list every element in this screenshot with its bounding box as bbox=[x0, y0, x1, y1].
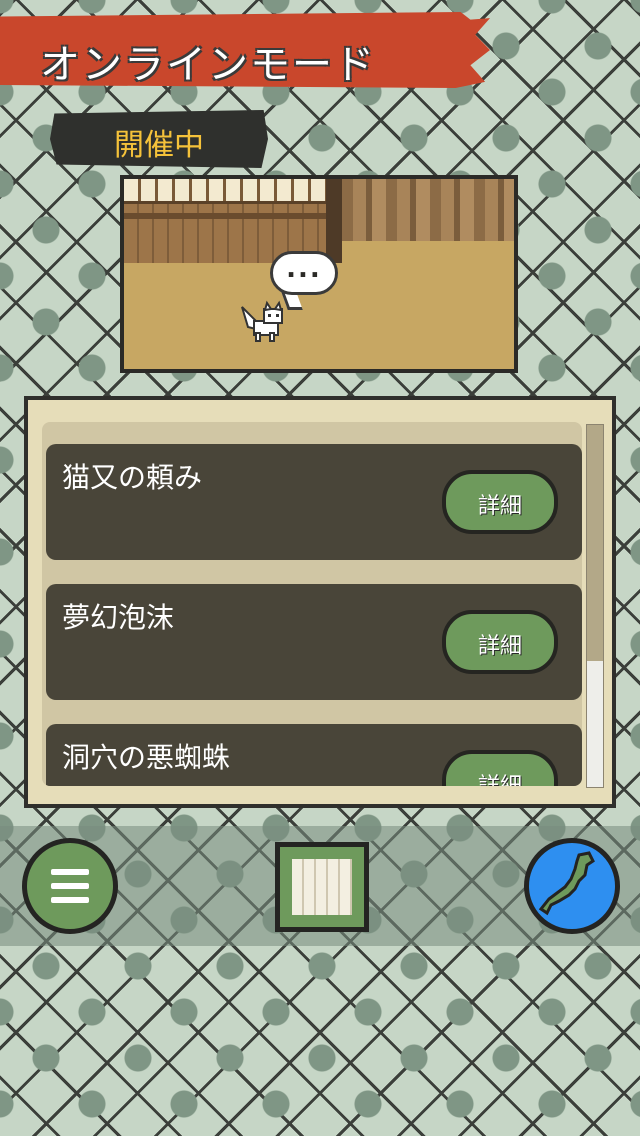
wall-rail bbox=[124, 213, 326, 219]
detail-button[interactable]: 詳細 bbox=[442, 610, 558, 674]
speech-bubble: ... bbox=[270, 251, 338, 295]
title-banner: オンラインモード bbox=[0, 12, 490, 88]
event-list-panel: 猫又の頼み 詳細 夢幻泡沫 詳細 洞穴の悪蜘蛛 詳細 bbox=[24, 396, 616, 808]
cat-sprite bbox=[241, 300, 283, 342]
scrollbar[interactable] bbox=[586, 424, 604, 788]
event-title: 猫又の頼み bbox=[62, 461, 203, 494]
event-list[interactable]: 猫又の頼み 詳細 夢幻泡沫 詳細 洞穴の悪蜘蛛 詳細 bbox=[42, 422, 582, 786]
page-title: オンラインモード bbox=[40, 42, 376, 88]
status-badge: 開催中 bbox=[50, 110, 268, 168]
game-scene: ... bbox=[120, 175, 518, 373]
detail-button-label: 詳細 bbox=[477, 494, 522, 519]
book-button[interactable] bbox=[275, 842, 369, 932]
wooden-wall-right bbox=[342, 179, 514, 241]
detail-button[interactable]: 詳細 bbox=[442, 470, 558, 534]
event-title: 夢幻泡沫 bbox=[62, 601, 175, 634]
japan-map-icon bbox=[538, 851, 595, 916]
shoji-window bbox=[124, 179, 326, 204]
event-title: 洞穴の悪蜘蛛 bbox=[62, 741, 231, 774]
scrollbar-thumb[interactable] bbox=[587, 425, 603, 661]
detail-button-label: 詳細 bbox=[477, 634, 522, 659]
list-item[interactable]: 夢幻泡沫 詳細 bbox=[46, 584, 582, 700]
list-item[interactable]: 猫又の頼み 詳細 bbox=[46, 444, 582, 560]
wooden-pillar bbox=[326, 179, 342, 263]
detail-button-label: 詳細 bbox=[446, 768, 554, 786]
list-item[interactable]: 洞穴の悪蜘蛛 詳細 bbox=[46, 724, 582, 786]
status-label: 開催中 bbox=[114, 128, 204, 163]
detail-button[interactable]: 詳細 bbox=[442, 750, 558, 786]
menu-button[interactable] bbox=[22, 838, 118, 934]
speech-text: ... bbox=[286, 254, 322, 284]
scroll-book-icon bbox=[292, 859, 352, 915]
map-button[interactable] bbox=[524, 838, 620, 934]
